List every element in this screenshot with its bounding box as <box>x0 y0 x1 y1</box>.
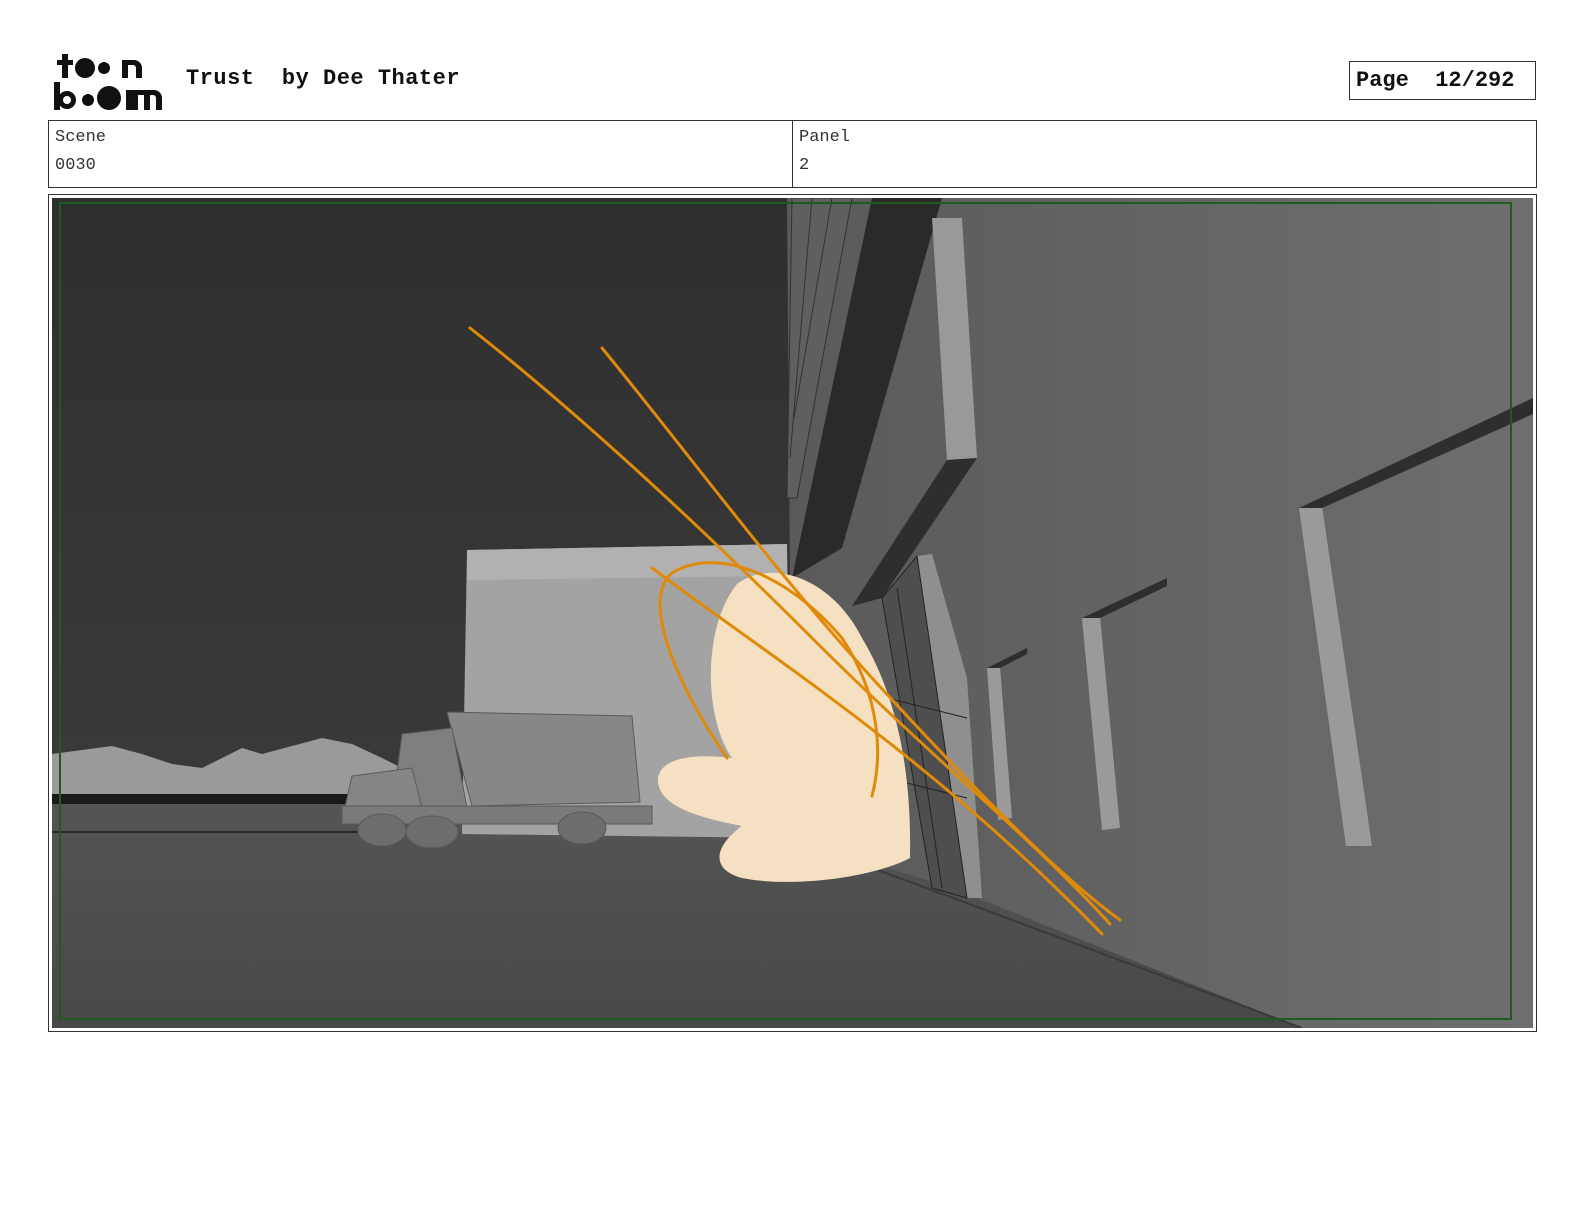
page-indicator: Page 12/292 <box>1349 61 1536 100</box>
storyboard-frame <box>48 194 1537 1032</box>
document-title: Trust by Dee Thater <box>186 66 461 91</box>
panel-cell: Panel 2 <box>792 121 1536 187</box>
toon-boom-logo <box>54 54 162 110</box>
page-label: Page 12/292 <box>1356 68 1515 93</box>
panel-value: 2 <box>799 156 810 175</box>
scene-label: Scene <box>55 128 107 147</box>
scene-cell: Scene 0030 <box>49 121 792 187</box>
scene-panel-table: Scene 0030 Panel 2 <box>48 120 1537 188</box>
storyboard-panel-image <box>52 198 1533 1028</box>
scene-value: 0030 <box>55 156 96 175</box>
panel-label: Panel <box>799 128 851 147</box>
